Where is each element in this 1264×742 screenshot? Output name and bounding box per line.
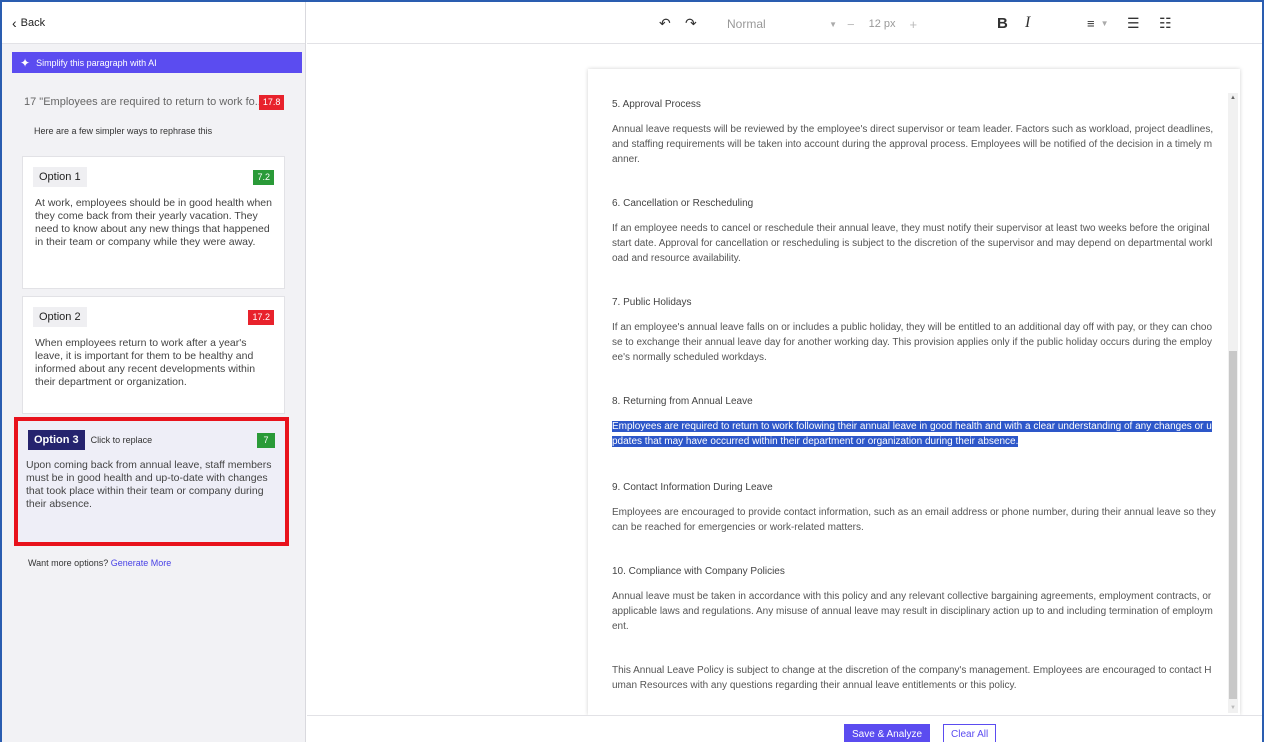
section-title: 5. Approval Process <box>612 99 701 110</box>
undo-icon[interactable]: ↶ <box>659 2 671 44</box>
closing-paragraph: This Annual Leave Policy is subject to c… <box>612 665 1212 691</box>
align-left-icon: ≡ <box>1087 15 1095 31</box>
document-scrollbar[interactable]: ▲ ▼ <box>1228 93 1238 713</box>
option-card-2[interactable]: Option 2 17.2 When employees return to w… <box>22 296 285 414</box>
section-body: Annual leave requests will be reviewed b… <box>612 124 1214 165</box>
doc-section: 10. Compliance with Company Policies Ann… <box>612 564 1216 634</box>
font-size-value[interactable]: 12 px <box>869 18 896 30</box>
original-sentence: 17 "Employees are required to return to … <box>24 96 259 108</box>
option-label: Option 3 <box>28 430 85 450</box>
redo-icon[interactable]: ↷ <box>685 2 697 44</box>
bold-button[interactable]: B <box>997 2 1008 44</box>
align-dropdown[interactable]: ≡ ▼ <box>1087 2 1109 44</box>
more-options-prompt: Want more options? <box>28 558 109 568</box>
simplify-sidebar: ‹ Back ✦ Simplify this paragraph with AI… <box>2 2 306 742</box>
generate-more-link[interactable]: Generate More <box>111 558 172 568</box>
option-score-badge: 7.2 <box>253 169 274 185</box>
option-text: When employees return to work after a ye… <box>35 337 256 388</box>
clear-all-button[interactable]: Clear All <box>943 724 997 742</box>
numbered-list-icon[interactable]: ☷ <box>1159 2 1172 44</box>
bullet-list-icon[interactable]: ☰ <box>1127 2 1140 44</box>
doc-section: 6. Cancellation or Rescheduling If an em… <box>612 196 1216 266</box>
original-sentence-row: 17 "Employees are required to return to … <box>24 93 284 111</box>
document-area: 5. Approval Process Annual leave request… <box>307 45 1262 715</box>
back-label: Back <box>20 16 46 29</box>
doc-section: 5. Approval Process Annual leave request… <box>612 97 1216 167</box>
paragraph-style-select[interactable]: Normal ▼ <box>727 16 837 32</box>
selected-paragraph[interactable]: Employees are required to return to work… <box>612 421 1212 447</box>
option-text: Upon coming back from annual leave, staf… <box>26 459 272 510</box>
increase-size-button[interactable]: + <box>910 17 918 32</box>
italic-button[interactable]: I <box>1025 2 1030 44</box>
section-body: Employees are encouraged to provide cont… <box>612 507 1216 533</box>
option-score-badge: 7 <box>257 432 275 448</box>
option-label: Option 1 <box>33 167 87 187</box>
click-to-replace-hint: Click to replace <box>90 435 153 445</box>
doc-section: 9. Contact Information During Leave Empl… <box>612 480 1216 535</box>
document-page[interactable]: 5. Approval Process Annual leave request… <box>588 69 1240 715</box>
chevron-down-icon: ▼ <box>829 19 837 29</box>
simplify-ai-banner: ✦ Simplify this paragraph with AI <box>12 52 302 73</box>
decrease-size-button[interactable]: − <box>847 17 855 32</box>
doc-section: 7. Public Holidays If an employee's annu… <box>612 295 1216 365</box>
editor-toolbar: ↶ ↷ Normal ▼ − 12 px + B I ≡ ▼ ☰ ☷ <box>307 2 1262 44</box>
sparkle-icon: ✦ <box>20 55 31 70</box>
ai-banner-label: Simplify this paragraph with AI <box>36 57 157 68</box>
section-title: 7. Public Holidays <box>612 297 692 308</box>
editor-footer: Save & Analyze Clear All <box>307 715 1262 742</box>
option-score-badge: 17.2 <box>248 309 274 325</box>
paragraph-style-value: Normal <box>727 17 766 31</box>
option-label: Option 2 <box>33 307 87 327</box>
scroll-up-icon[interactable]: ▲ <box>1230 95 1236 101</box>
section-body: If an employee's annual leave falls on o… <box>612 322 1213 363</box>
option-card-3[interactable]: Option 3 Click to replace 7 Upon coming … <box>14 417 289 546</box>
generate-more-row: Want more options? Generate More <box>28 558 171 568</box>
options-subheading: Here are a few simpler ways to rephrase … <box>34 126 213 136</box>
section-body: If an employee needs to cancel or resche… <box>612 223 1213 264</box>
scrollbar-thumb[interactable] <box>1229 351 1237 699</box>
back-button[interactable]: ‹ Back <box>2 2 305 44</box>
option-card-1[interactable]: Option 1 7.2 At work, employees should b… <box>22 156 285 289</box>
option-text: At work, employees should be in good hea… <box>35 197 272 248</box>
doc-section: 8. Returning from Annual Leave Employees… <box>612 394 1216 449</box>
section-title: 10. Compliance with Company Policies <box>612 566 785 577</box>
chevron-left-icon: ‹ <box>12 14 17 31</box>
original-score-badge: 17.8 <box>258 94 284 110</box>
section-body-selected[interactable]: Employees are required to return to work… <box>612 419 1216 449</box>
section-title: 8. Returning from Annual Leave <box>612 396 753 407</box>
doc-closing: This Annual Leave Policy is subject to c… <box>612 663 1216 693</box>
section-title: 6. Cancellation or Rescheduling <box>612 198 754 209</box>
chevron-down-icon: ▼ <box>1100 18 1109 28</box>
section-title: 9. Contact Information During Leave <box>612 482 773 493</box>
font-size-control: − 12 px + <box>847 16 917 32</box>
save-analyze-button[interactable]: Save & Analyze <box>844 724 931 742</box>
scroll-down-icon[interactable]: ▼ <box>1230 705 1236 711</box>
section-body: Annual leave must be taken in accordance… <box>612 591 1213 632</box>
